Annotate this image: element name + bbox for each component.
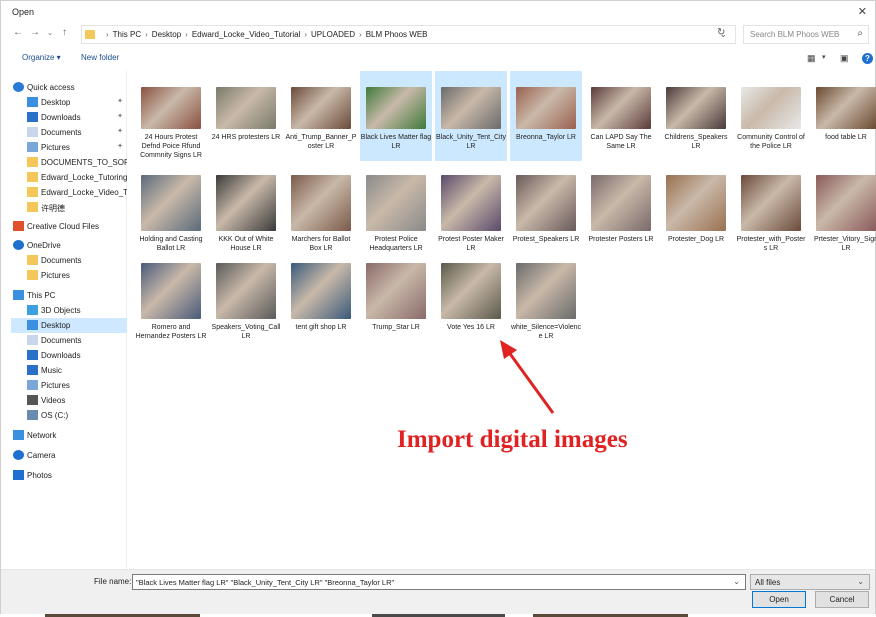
annotation-text: Import digital images xyxy=(397,426,628,453)
open-button[interactable]: Open xyxy=(752,591,806,608)
chevron-down-icon[interactable]: ⌄ xyxy=(733,577,740,586)
filetype-value: All files xyxy=(755,578,781,587)
cancel-button[interactable]: Cancel xyxy=(815,591,869,608)
filetype-select[interactable]: All files ⌄ xyxy=(750,574,870,590)
dialog-footer: File name: "Black Lives Matter flag LR" … xyxy=(1,569,875,617)
open-file-dialog: Open ✕ ← → ⌄ ↑ › This PC › Desktop › Edward_L… xyxy=(0,0,876,617)
annotation-arrow xyxy=(500,340,555,414)
filename-input[interactable]: "Black Lives Matter flag LR" "Black_Unit… xyxy=(132,574,746,590)
chevron-down-icon: ⌄ xyxy=(857,577,864,586)
filename-value: "Black Lives Matter flag LR" "Black_Unit… xyxy=(136,578,395,587)
filename-label: File name: xyxy=(94,577,132,586)
